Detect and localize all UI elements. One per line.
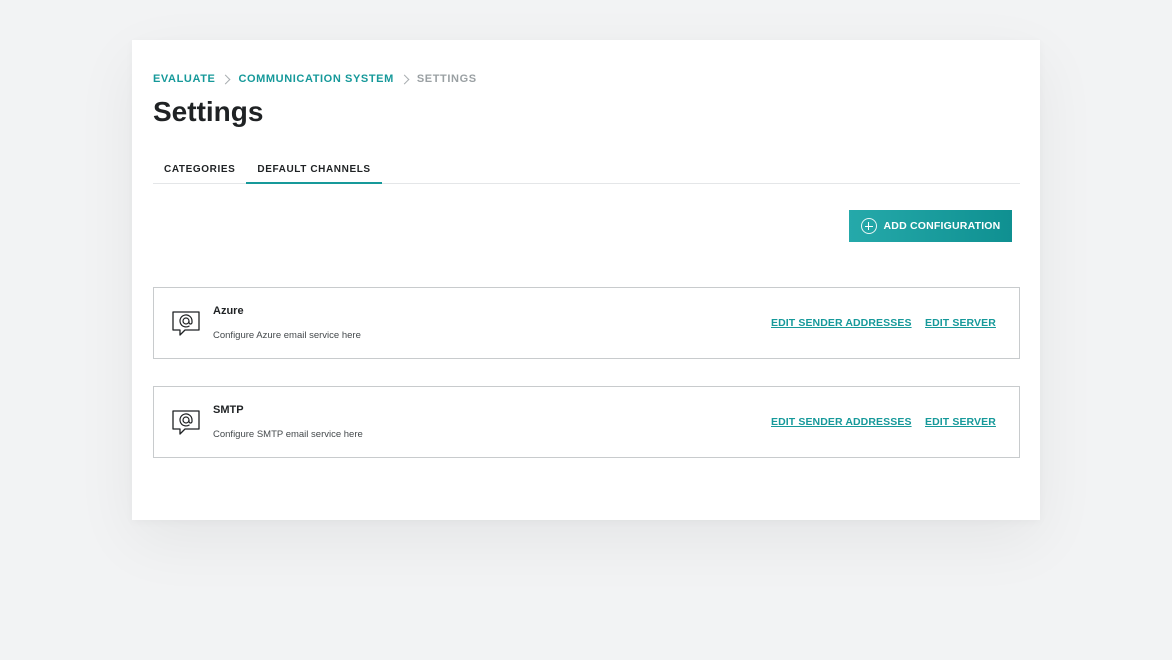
channel-description: Configure SMTP email service here (213, 429, 363, 440)
channel-card-smtp: SMTP Configure SMTP email service here E… (153, 386, 1020, 458)
breadcrumb: EVALUATE COMMUNICATION SYSTEM SETTINGS (153, 73, 477, 85)
edit-sender-addresses-link[interactable]: EDIT SENDER ADDRESSES (771, 416, 912, 428)
plus-circle-icon (860, 218, 877, 234)
breadcrumb-evaluate[interactable]: EVALUATE (153, 73, 215, 85)
settings-panel: EVALUATE COMMUNICATION SYSTEM SETTINGS S… (132, 40, 1040, 520)
breadcrumb-communication-system[interactable]: COMMUNICATION SYSTEM (238, 73, 393, 85)
breadcrumb-settings: SETTINGS (416, 73, 477, 85)
email-chat-icon (172, 311, 200, 336)
chevron-right-icon (399, 74, 410, 84)
edit-sender-addresses-link[interactable]: EDIT SENDER ADDRESSES (771, 317, 912, 329)
channel-name: Azure (213, 305, 244, 317)
tab-bar: CATEGORIES DEFAULT CHANNELS (153, 156, 1020, 184)
channel-name: SMTP (213, 404, 244, 416)
edit-server-link[interactable]: EDIT SERVER (925, 416, 996, 428)
page-title: Settings (153, 96, 264, 127)
tab-categories[interactable]: CATEGORIES (153, 156, 246, 183)
add-configuration-button[interactable]: ADD CONFIGURATION (849, 210, 1012, 242)
edit-server-link[interactable]: EDIT SERVER (925, 317, 996, 329)
tab-default-channels[interactable]: DEFAULT CHANNELS (246, 156, 383, 184)
channel-description: Configure Azure email service here (213, 330, 361, 341)
add-configuration-label: ADD CONFIGURATION (883, 220, 1001, 232)
channel-card-azure: Azure Configure Azure email service here… (153, 287, 1020, 359)
chevron-right-icon (221, 74, 231, 84)
email-chat-icon (172, 410, 200, 435)
